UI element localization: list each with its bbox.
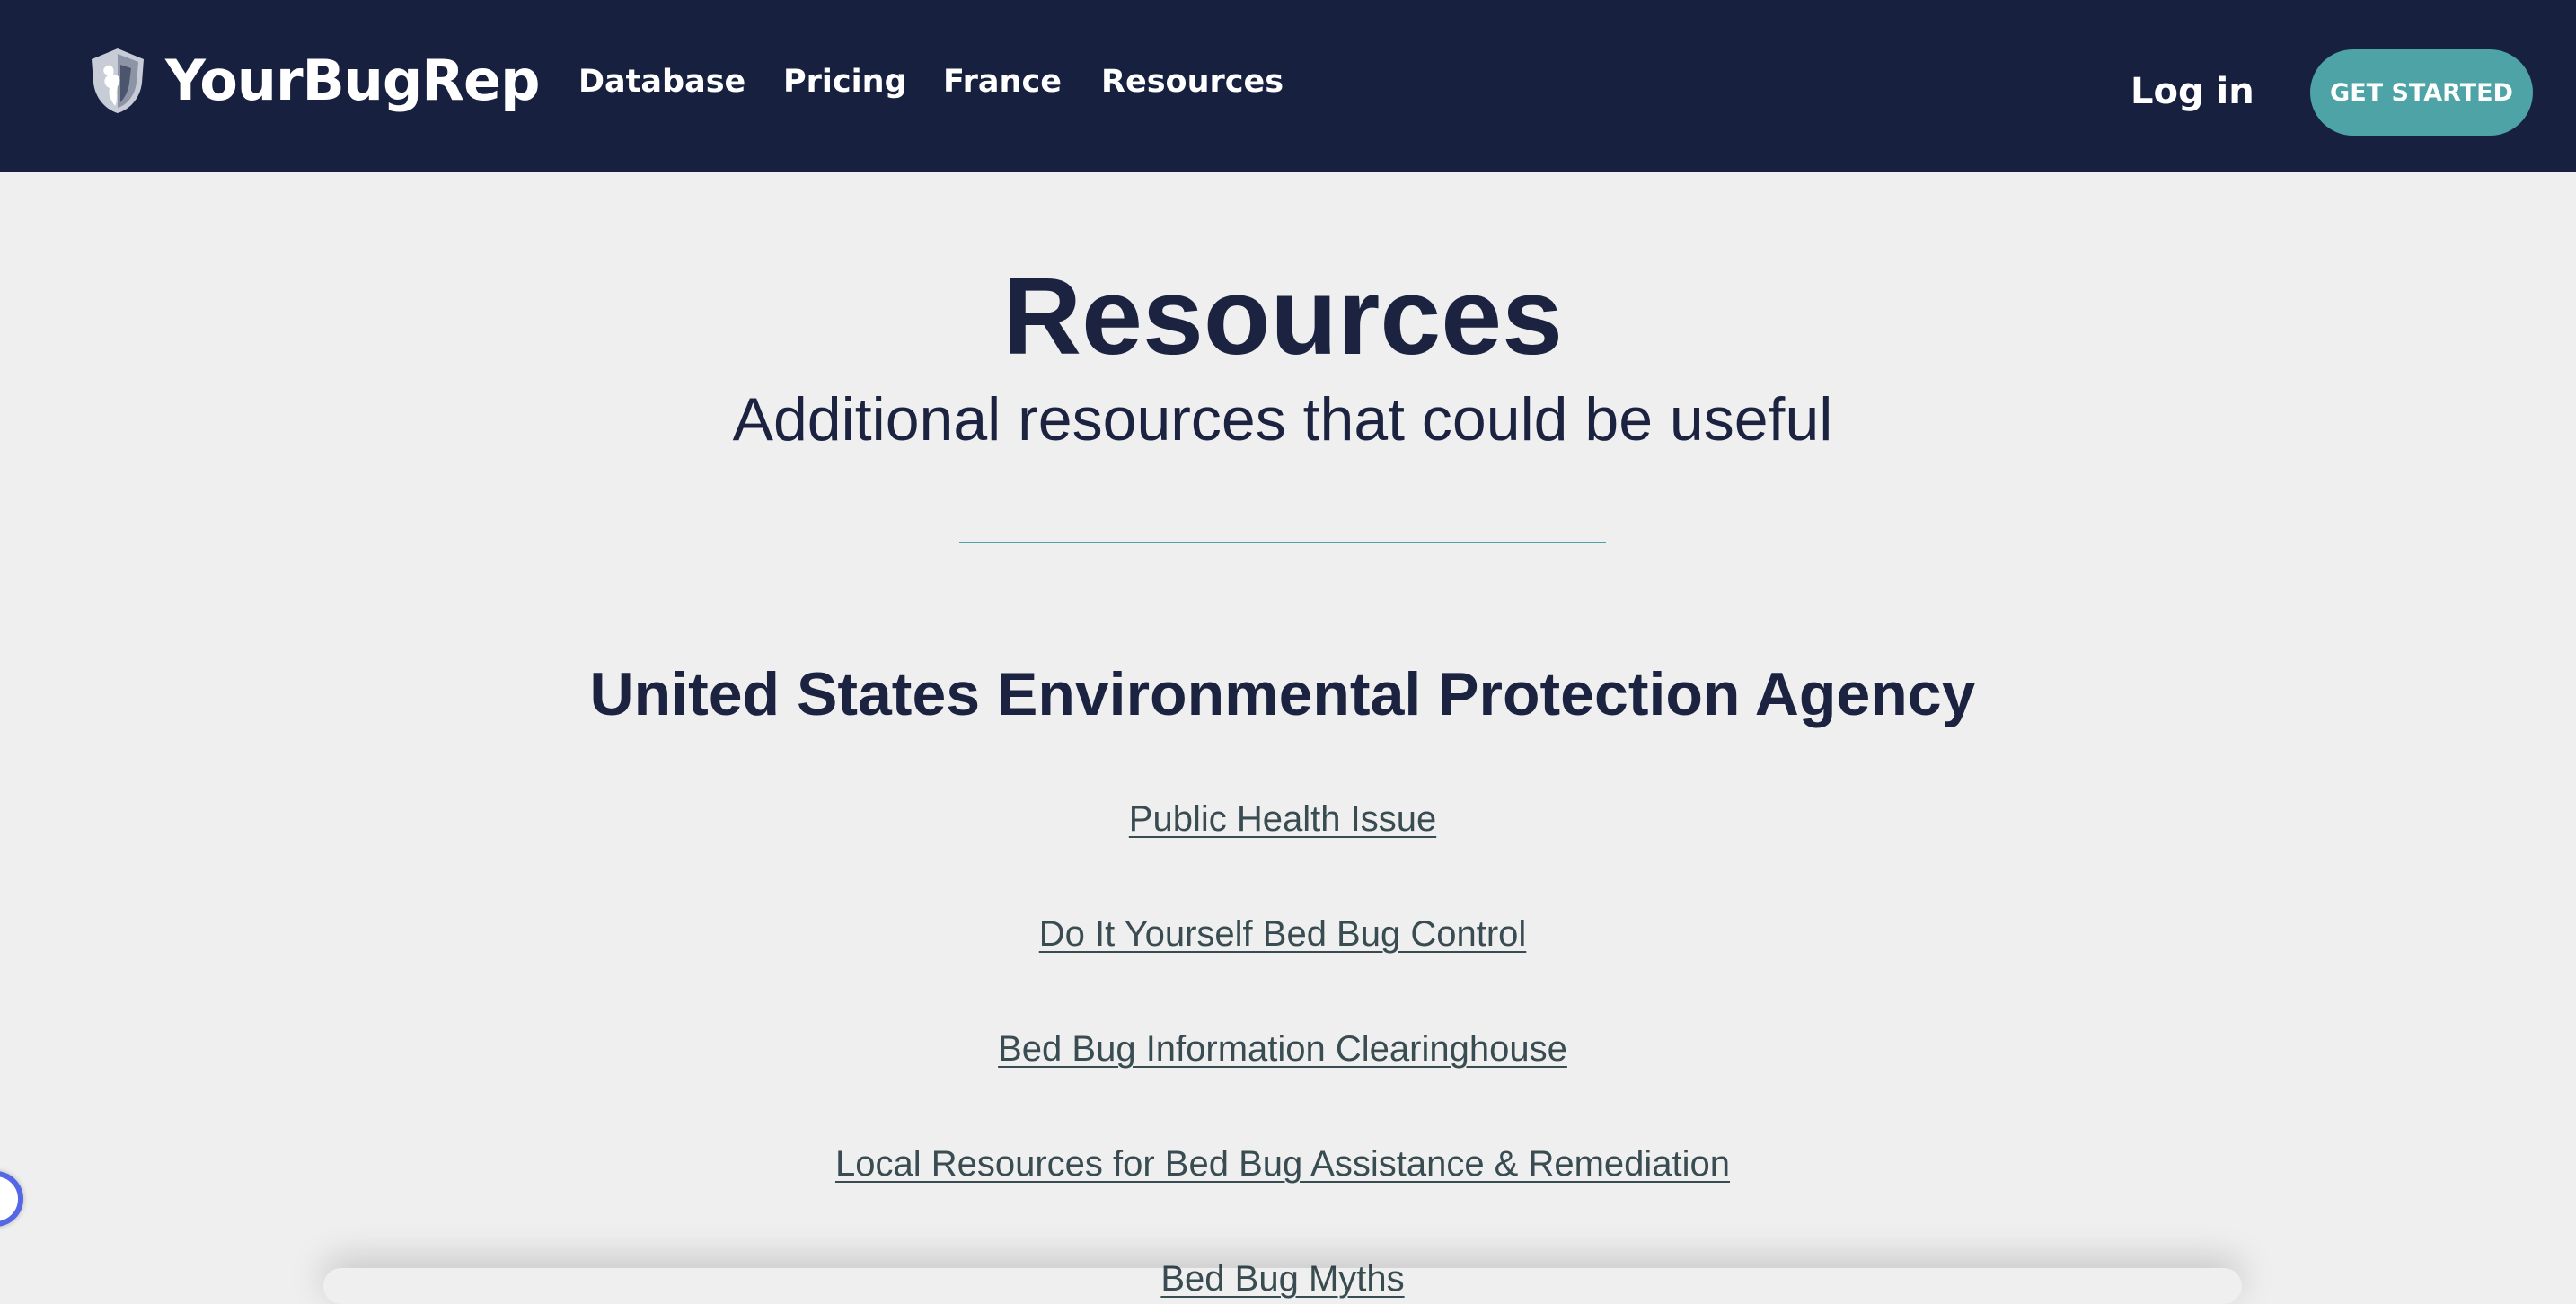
login-link[interactable]: Log in [2130,65,2254,119]
resource-link-label: Public Health Issue [1128,799,1437,839]
nav-link-pricing[interactable]: Pricing [783,59,907,104]
resource-link-label: Local Resources for Bed Bug Assistance &… [834,1144,1731,1184]
logo-text: YourBugRep [165,48,540,113]
resource-link-label: Bed Bug Information Clearinghouse [998,1029,1567,1069]
resource-link-diy-bed-bug-control[interactable]: Do It Yourself Bed Bug Control [0,909,2565,959]
resource-link-public-health-issue[interactable]: Public Health Issue [0,794,2565,844]
title-divider [959,542,1606,543]
nav-link-database[interactable]: Database [578,59,745,104]
nav-link-france[interactable]: France [943,59,1062,104]
get-started-button[interactable]: GET STARTED [2310,49,2533,136]
section-heading: United States Environmental Protection A… [589,660,1976,728]
logo-link[interactable]: YourBugRep [88,47,540,115]
page-subtitle: Additional resources that could be usefu… [732,385,1833,454]
nav-link-resources[interactable]: Resources [1101,59,1284,104]
page-title: Resources [1002,255,1563,377]
shield-bug-icon [92,48,144,113]
resource-link-local-resources[interactable]: Local Resources for Bed Bug Assistance &… [0,1139,2565,1189]
top-navbar: YourBugRep Database Pricing France Resou… [0,0,2576,172]
resource-link-label: Do It Yourself Bed Bug Control [1038,914,1527,954]
resource-link-information-clearinghouse[interactable]: Bed Bug Information Clearinghouse [0,1024,2565,1074]
bottom-overlay-shadow [323,1268,2242,1304]
